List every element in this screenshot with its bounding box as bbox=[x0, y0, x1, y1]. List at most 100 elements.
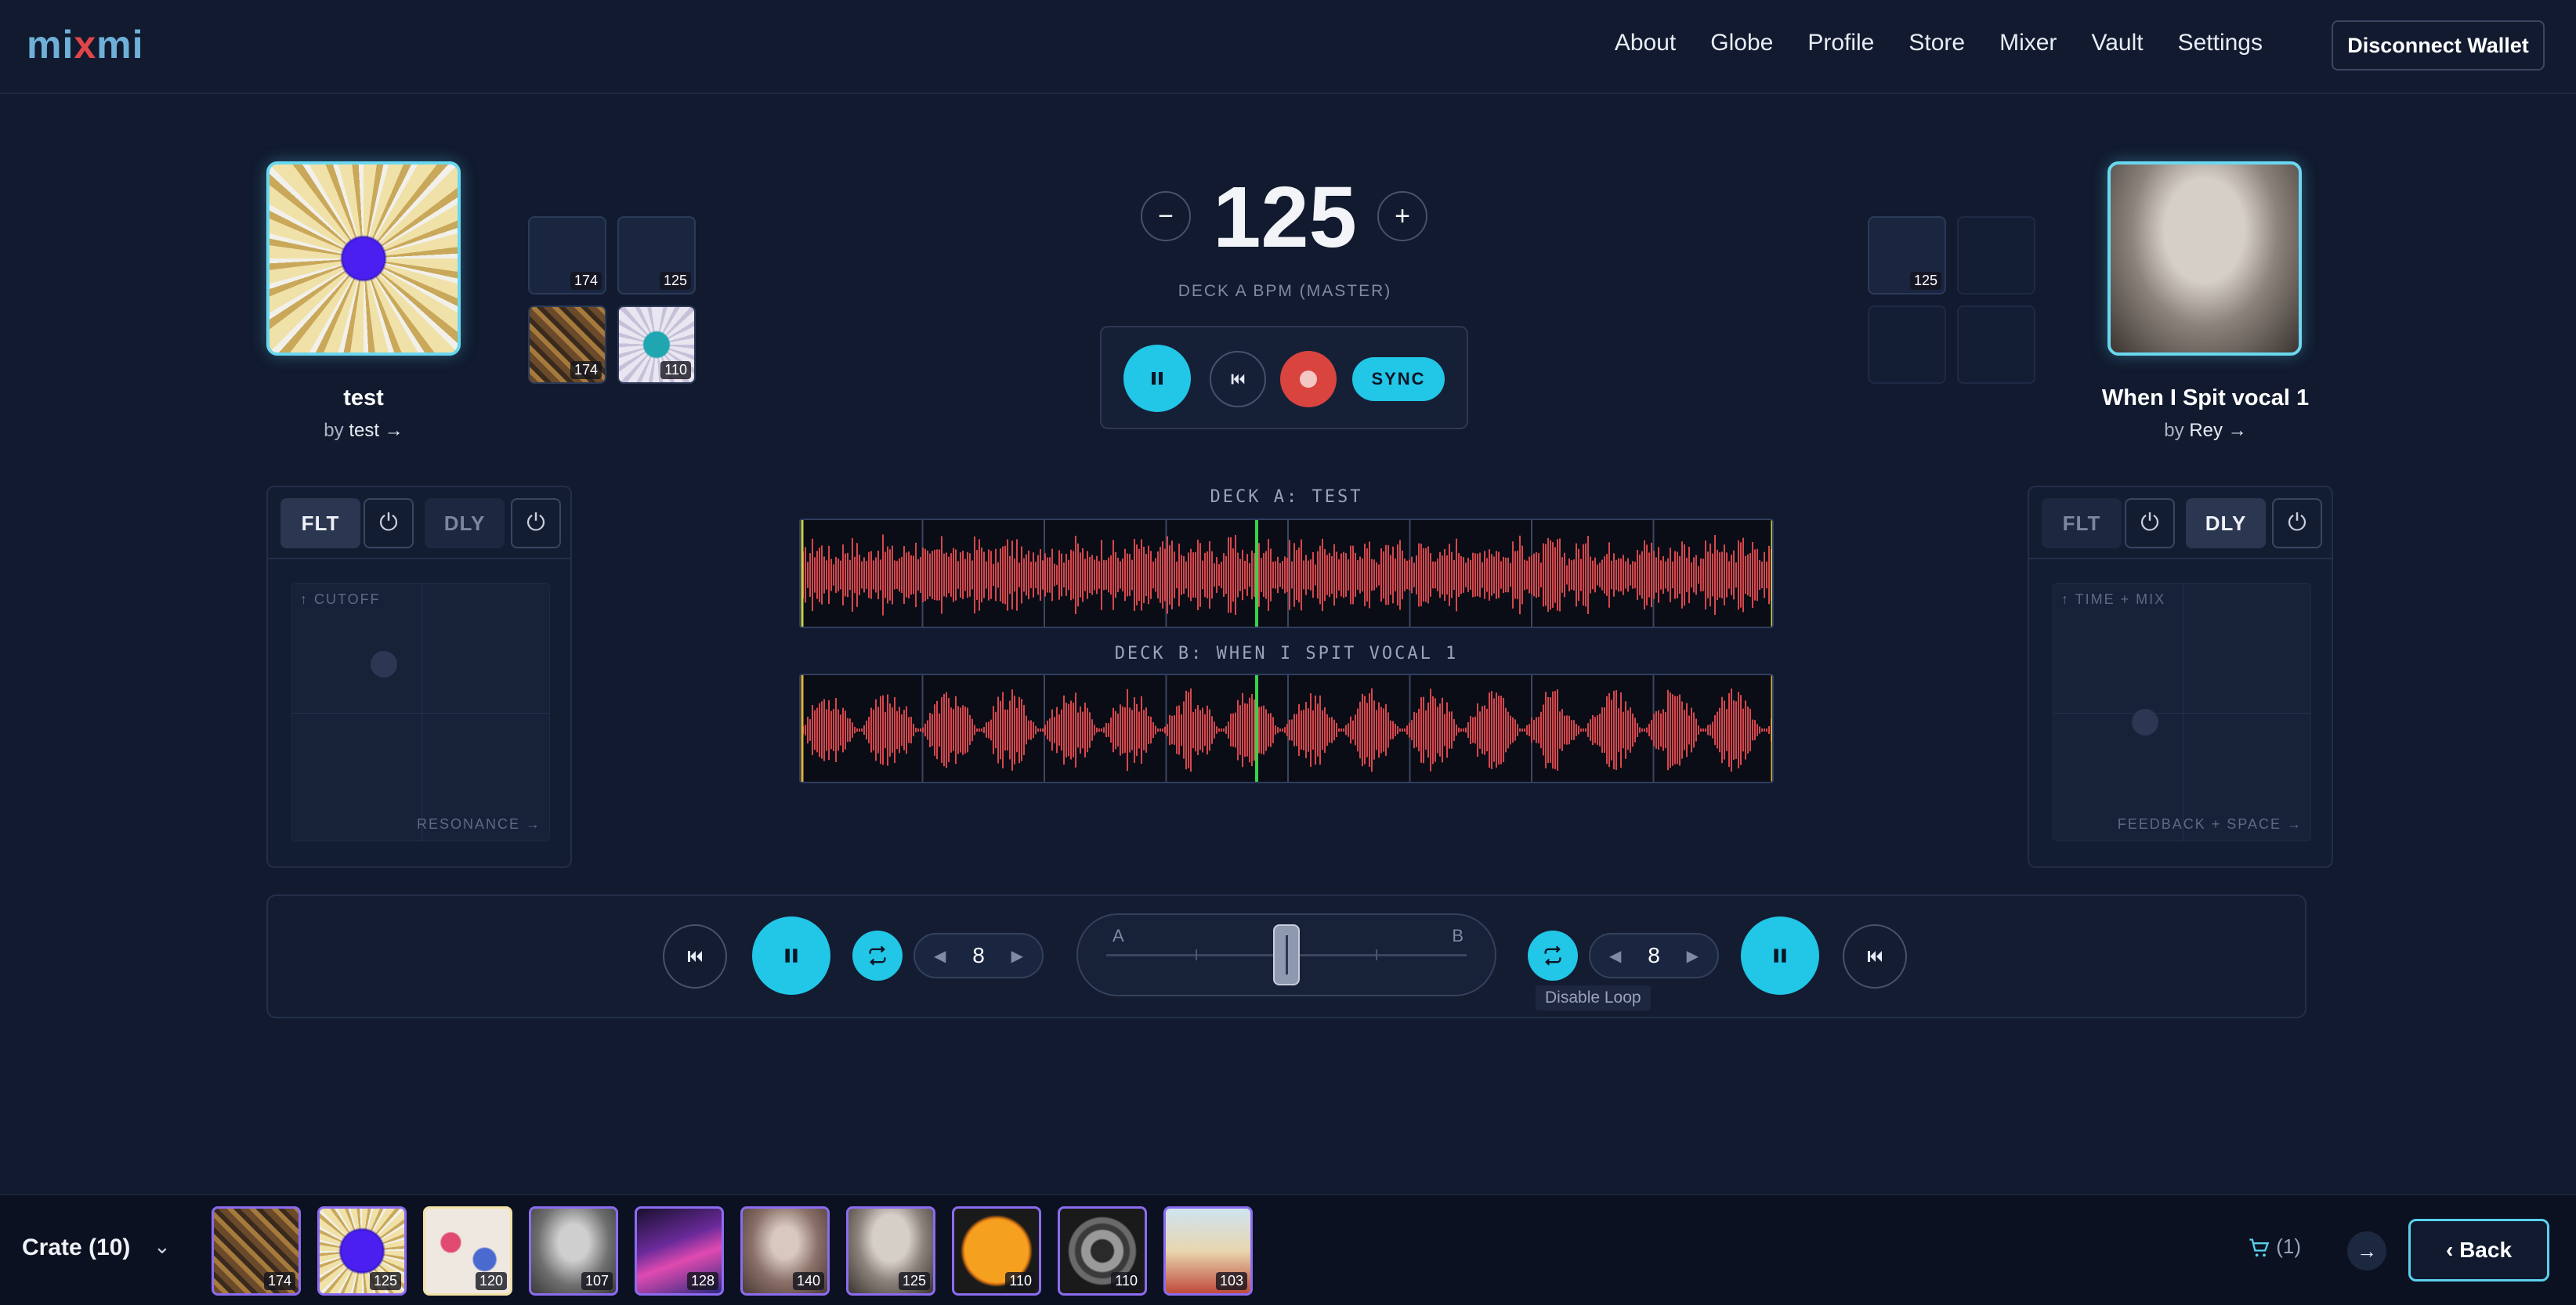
crate-item[interactable]: 120 bbox=[423, 1206, 512, 1296]
deck-a-restart-button[interactable] bbox=[663, 924, 727, 989]
deck-a-queue-thumb[interactable]: 125 bbox=[617, 216, 696, 295]
deck-a-filter-power-icon[interactable]: ⏻ bbox=[364, 498, 414, 548]
nav-vault[interactable]: Vault bbox=[2091, 30, 2143, 56]
nav-mixer[interactable]: Mixer bbox=[1999, 30, 2057, 56]
crate-item[interactable]: 125 bbox=[846, 1206, 935, 1296]
bpm-badge: 103 bbox=[1215, 1272, 1247, 1290]
deck-a-delay-button[interactable]: DLY bbox=[425, 498, 505, 548]
deck-a-loop-toggle[interactable] bbox=[852, 931, 903, 981]
loop-increase-icon[interactable]: ▶ bbox=[1687, 946, 1699, 966]
bpm-badge: 125 bbox=[898, 1272, 930, 1290]
crate-item[interactable]: 110 bbox=[952, 1206, 1041, 1296]
deck-a-by-prefix: by bbox=[324, 420, 344, 441]
pause-icon bbox=[1774, 949, 1786, 963]
crossfader[interactable]: A B bbox=[1076, 913, 1496, 996]
loop-decrease-icon[interactable]: ◀ bbox=[934, 946, 946, 966]
loop-icon bbox=[1544, 945, 1561, 966]
deck-b-delay-button[interactable]: DLY bbox=[2186, 498, 2266, 548]
nav-profile[interactable]: Profile bbox=[1807, 30, 1874, 56]
deck-b-artist-link[interactable]: Rey → bbox=[2189, 420, 2246, 441]
sync-button[interactable]: SYNC bbox=[1352, 357, 1445, 401]
deck-a-pause-button[interactable] bbox=[752, 916, 830, 995]
deck-a-delay-power-icon[interactable]: ⏻ bbox=[511, 498, 561, 548]
chevron-down-icon[interactable]: ⌄ bbox=[154, 1235, 171, 1259]
crate-item[interactable]: 128 bbox=[635, 1206, 724, 1296]
crate-item[interactable]: 140 bbox=[740, 1206, 830, 1296]
deck-a-waveform[interactable] bbox=[799, 519, 1774, 628]
skip-back-icon bbox=[1868, 951, 1882, 962]
deck-b-byline: by Rey → bbox=[2053, 420, 2358, 442]
mixmi-logo[interactable]: mixmi bbox=[27, 22, 144, 67]
bpm-decrease-button[interactable]: − bbox=[1141, 191, 1191, 241]
record-button[interactable] bbox=[1280, 351, 1337, 407]
crate-label[interactable]: Crate (10) bbox=[22, 1235, 130, 1261]
deck-b-loop-length-stepper[interactable]: ◀ 8 ▶ bbox=[1589, 933, 1719, 978]
deck-b-filter-power-icon[interactable]: ⏻ bbox=[2125, 498, 2175, 548]
crossfader-a-label: A bbox=[1113, 926, 1124, 945]
deck-b-queue-slot-empty[interactable] bbox=[1957, 216, 2035, 295]
deck-a-filter-button[interactable]: FLT bbox=[280, 498, 360, 548]
deck-b-loop-toggle[interactable] bbox=[1528, 931, 1578, 981]
xy-x-label: RESONANCE → bbox=[416, 816, 541, 832]
deck-a-fx-panel: FLT ⏻ DLY ⏻ ↑ CUTOFF RESONANCE → bbox=[266, 486, 572, 868]
deck-b-xy-pad[interactable]: ↑ TIME + MIX FEEDBACK + SPACE → bbox=[2053, 583, 2311, 841]
deck-a-queue-thumb[interactable]: 110 bbox=[617, 305, 696, 384]
crossfader-tick bbox=[1376, 949, 1377, 960]
deck-a-loop-length: 8 bbox=[972, 943, 985, 967]
bpm-increase-button[interactable]: + bbox=[1377, 191, 1427, 241]
deck-b-waveform-svg bbox=[801, 675, 1772, 782]
pause-icon bbox=[785, 949, 798, 963]
crossfader-handle-grip bbox=[1286, 935, 1288, 974]
skip-back-icon bbox=[1231, 374, 1245, 385]
disconnect-wallet-button[interactable]: Disconnect Wallet bbox=[2332, 20, 2545, 70]
xy-handle[interactable] bbox=[371, 651, 397, 678]
crossfader-b-label: B bbox=[1452, 926, 1463, 945]
deck-a-queue-thumb[interactable]: 174 bbox=[528, 305, 606, 384]
cart-count: (1) bbox=[2276, 1235, 2302, 1258]
bpm-badge: 110 bbox=[660, 361, 691, 379]
crate-item[interactable]: 110 bbox=[1058, 1206, 1147, 1296]
xy-grid-line bbox=[421, 584, 422, 840]
deck-b-restart-button[interactable] bbox=[1843, 924, 1907, 989]
cart-icon bbox=[2249, 1238, 2270, 1257]
deck-b-by-prefix: by bbox=[2164, 420, 2184, 441]
deck-a-queue-thumb[interactable]: 174 bbox=[528, 216, 606, 295]
deck-b-cover-art[interactable] bbox=[2107, 161, 2302, 356]
deck-a-cover-art[interactable] bbox=[266, 161, 461, 356]
crate-item[interactable]: 107 bbox=[529, 1206, 618, 1296]
crossfader-tick bbox=[1196, 949, 1197, 960]
bpm-badge: 120 bbox=[475, 1272, 507, 1290]
deck-b-filter-button[interactable]: FLT bbox=[2042, 498, 2122, 548]
loop-decrease-icon[interactable]: ◀ bbox=[1609, 946, 1621, 966]
crate-item[interactable]: 103 bbox=[1163, 1206, 1253, 1296]
crate-item[interactable]: 174 bbox=[212, 1206, 301, 1296]
deck-b-waveform[interactable] bbox=[799, 674, 1774, 783]
nav-globe[interactable]: Globe bbox=[1710, 30, 1773, 56]
deck-a-waveform-svg bbox=[801, 520, 1772, 627]
nav-store[interactable]: Store bbox=[1908, 30, 1965, 56]
deck-a-byline: by test → bbox=[235, 420, 492, 442]
nav-about[interactable]: About bbox=[1615, 30, 1676, 56]
nav-settings[interactable]: Settings bbox=[2178, 30, 2263, 56]
deck-b-queue-slot-empty[interactable] bbox=[1957, 305, 2035, 384]
crossfader-handle[interactable] bbox=[1273, 924, 1300, 985]
xy-handle[interactable] bbox=[2132, 709, 2158, 736]
deck-b-pause-button[interactable] bbox=[1741, 916, 1819, 995]
cart-indicator[interactable]: (1) bbox=[2247, 1235, 2301, 1259]
deck-a-artist-link[interactable]: test → bbox=[349, 420, 403, 441]
bpm-badge: 125 bbox=[369, 1272, 401, 1290]
xy-grid-line bbox=[2053, 713, 2310, 714]
deck-b-delay-power-icon[interactable]: ⏻ bbox=[2272, 498, 2322, 548]
master-restart-button[interactable] bbox=[1210, 351, 1266, 407]
back-button[interactable]: ‹ Back bbox=[2408, 1219, 2549, 1282]
deck-b-queue-slot-empty[interactable] bbox=[1868, 305, 1946, 384]
arrow-right-icon[interactable]: → bbox=[2347, 1231, 2386, 1271]
deck-a-xy-pad[interactable]: ↑ CUTOFF RESONANCE → bbox=[291, 583, 550, 841]
crate-item[interactable]: 125 bbox=[317, 1206, 407, 1296]
deck-b-queue-thumb[interactable]: 125 bbox=[1868, 216, 1946, 295]
master-pause-button[interactable] bbox=[1123, 345, 1191, 412]
pause-icon bbox=[1152, 372, 1163, 385]
deck-a-loop-length-stepper[interactable]: ◀ 8 ▶ bbox=[914, 933, 1044, 978]
loop-increase-icon[interactable]: ▶ bbox=[1011, 946, 1023, 966]
bpm-badge: 174 bbox=[570, 361, 602, 379]
